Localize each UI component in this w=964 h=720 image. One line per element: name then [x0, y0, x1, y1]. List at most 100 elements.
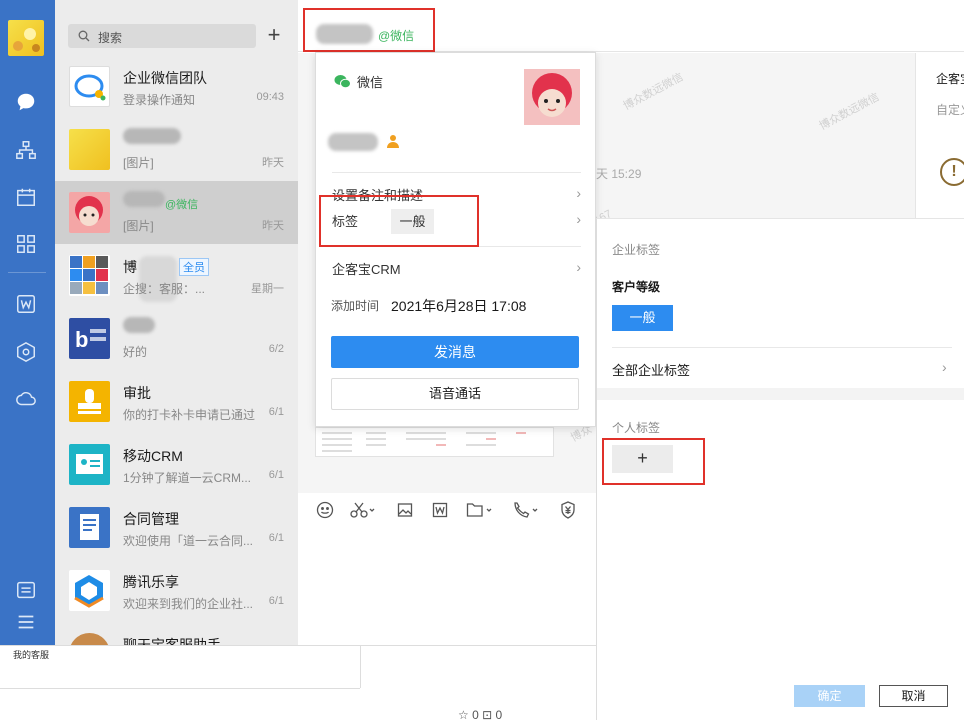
cube-icon[interactable] [14, 340, 38, 364]
chevron-right-icon: › [576, 259, 581, 275]
search-input[interactable]: 搜索 [68, 24, 256, 48]
avatar [69, 66, 110, 107]
avatar: b [69, 318, 110, 359]
apps-grid-icon[interactable] [14, 232, 38, 256]
search-placeholder: 搜索 [98, 31, 123, 45]
rail-divider [8, 272, 46, 273]
contact-avatar [524, 69, 580, 125]
svg-text:b: b [75, 327, 88, 352]
crm-row[interactable]: 企客宝CRM › [332, 259, 581, 278]
app-window: 搜索 + 企业微信团队 登录操作通知 09:43 [图片] 昨天 @微信 [图片… [0, 0, 964, 720]
watermark: 博众数远微信 [621, 71, 686, 113]
conversation-preview: 你的打卡补卡申请已通过 [123, 408, 256, 422]
conversation-item[interactable]: 腾讯乐享 欢迎来到我们的企业社... 6/1 [55, 559, 298, 622]
conversation-time: 09:43 [256, 91, 284, 103]
cancel-button[interactable]: 取消 [879, 685, 948, 707]
conversation-list: 搜索 + 企业微信团队 登录操作通知 09:43 [图片] 昨天 @微信 [图片… [55, 0, 298, 645]
cloud-icon[interactable] [14, 387, 38, 411]
phone-icon[interactable] [512, 501, 542, 519]
doc-w-icon[interactable] [14, 292, 38, 316]
conversation-time: 6/1 [268, 406, 284, 418]
avatar-group [69, 255, 110, 296]
footer-stats: ☆ 0 ⊡ 0 [458, 708, 503, 720]
search-icon [78, 30, 90, 42]
card-divider [332, 172, 581, 173]
avatar [69, 129, 110, 170]
conversation-name: 腾讯乐享 [123, 574, 179, 590]
conversation-preview: 登录操作通知 [123, 93, 196, 107]
conversation-preview: 企搜：客服：... [123, 282, 206, 296]
conversation-time: 星期一 [251, 283, 284, 295]
chevron-right-icon[interactable]: › [942, 359, 947, 375]
confirm-button[interactable]: 确定 [794, 685, 865, 707]
folder-icon[interactable] [466, 501, 496, 519]
customer-level-title: 客户等级 [612, 280, 661, 294]
scissors-icon[interactable] [350, 501, 376, 519]
sliders-icon[interactable] [14, 578, 38, 602]
conversation-name: 聊天宝客服助手 [123, 637, 221, 645]
user-avatar[interactable] [8, 20, 44, 56]
group-badge: 全员 [179, 258, 209, 276]
side-panel-title[interactable]: 企客宝 [936, 70, 964, 87]
add-time-label: 添加时间 [331, 299, 380, 313]
calendar-icon[interactable] [14, 185, 38, 209]
conversation-time: 6/1 [268, 532, 284, 544]
conversation-preview: [图片] [123, 219, 154, 233]
crm-label: 企客宝CRM [332, 262, 401, 277]
nav-rail [0, 0, 55, 648]
conversation-item-selected[interactable]: @微信 [图片] 昨天 [55, 181, 298, 244]
conversation-item[interactable]: 审批 你的打卡补卡申请已通过 6/1 [55, 370, 298, 433]
tag-highlight-box [319, 195, 479, 247]
conversation-name: 移动CRM [123, 448, 183, 464]
watermark: 博众数远微信 [817, 91, 882, 133]
conversation-time: 6/1 [268, 469, 284, 481]
conversation-name [123, 128, 181, 147]
wechat-label: 微信 [357, 75, 384, 90]
org-chart-icon[interactable] [14, 138, 38, 162]
header-highlight-box [303, 8, 435, 52]
all-enterprise-tags-link[interactable]: 全部企业标签 [612, 360, 690, 379]
conversation-name: 合同管理 [123, 511, 179, 527]
conversation-preview: [图片] [123, 156, 154, 170]
approval-icon [69, 381, 110, 422]
send-message-button[interactable]: 发消息 [331, 336, 579, 368]
conversation-item[interactable]: 聊天宝客服助手 [55, 622, 298, 645]
conversation-time: 6/1 [268, 595, 284, 607]
emoji-icon[interactable] [316, 501, 334, 519]
wechat-source-row: 微信 [334, 72, 383, 91]
voice-call-button[interactable]: 语音通话 [331, 378, 579, 410]
crm-icon [69, 444, 110, 485]
add-button[interactable]: + [263, 24, 285, 47]
conversation-name: 企业微信团队 [123, 70, 207, 86]
conversation-item[interactable]: 企业微信团队 登录操作通知 09:43 [55, 55, 298, 118]
person-icon [386, 134, 400, 151]
conversation-preview: 欢迎使用「道一云合同... [123, 534, 254, 548]
chat-toolbar [298, 493, 598, 525]
conversation-name: 博 [123, 259, 137, 275]
conversation-item[interactable]: [图片] 昨天 [55, 118, 298, 181]
conversation-item[interactable]: 合同管理 欢迎使用「道一云合同... 6/1 [55, 496, 298, 559]
menu-icon[interactable] [14, 610, 38, 634]
conversation-time: 昨天 [262, 157, 284, 169]
avatar [69, 633, 110, 645]
panel-divider [612, 347, 952, 348]
conversation-time: 昨天 [262, 220, 284, 232]
conversation-name: 审批 [123, 385, 151, 401]
add-tag-highlight-box [602, 438, 705, 485]
yen-shield-icon[interactable] [560, 501, 576, 519]
my-service-label: 我的客服 [13, 650, 50, 660]
message-thumbnail[interactable] [315, 427, 554, 457]
lexiang-icon [69, 570, 110, 611]
conversation-item[interactable]: 移动CRM 1分钟了解道一云CRM... 6/1 [55, 433, 298, 496]
personal-tags-title: 个人标签 [612, 421, 661, 435]
word-doc-icon[interactable] [432, 501, 448, 519]
conversation-item[interactable]: b 好的 6/2 [55, 307, 298, 370]
level-tag-chip[interactable]: 一般 [612, 305, 673, 331]
chevron-right-icon: › [576, 185, 581, 201]
chat-icon[interactable] [14, 90, 38, 114]
contact-name [328, 133, 378, 151]
enterprise-tags-title: 企业标签 [612, 243, 661, 257]
image-icon[interactable] [397, 501, 413, 519]
chevron-right-icon: › [576, 211, 581, 227]
conversation-item[interactable]: 博 全员 企搜：客服：... 星期一 [55, 244, 298, 307]
